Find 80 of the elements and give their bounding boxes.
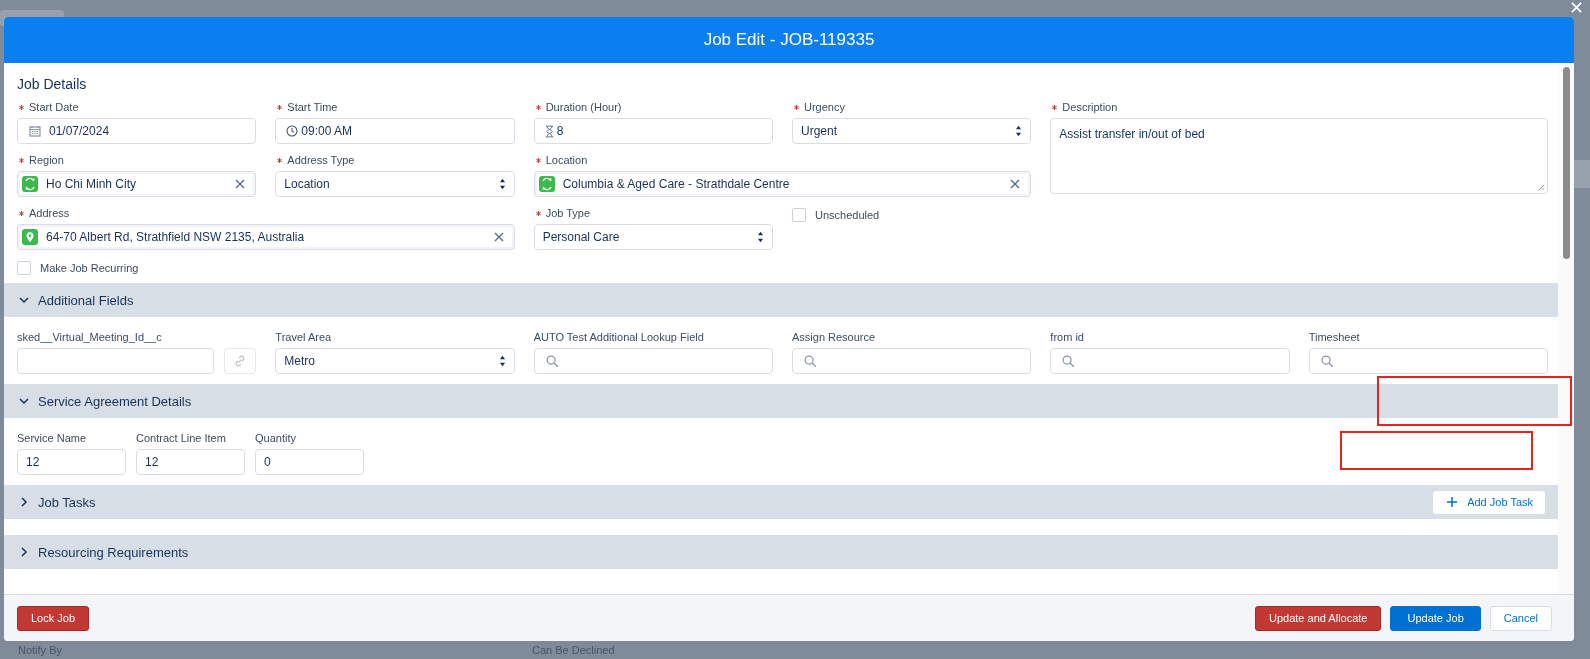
plus-icon xyxy=(1447,497,1458,507)
text-field[interactable] xyxy=(17,348,215,374)
search-field[interactable] xyxy=(533,348,773,374)
text-field[interactable]: 12 xyxy=(17,449,126,475)
section-header[interactable]: Resourcing Requirements xyxy=(4,535,1558,569)
description-field[interactable]: Assist transfer in/out of bed xyxy=(1050,118,1548,194)
field-label: from id xyxy=(1050,331,1084,343)
section-header[interactable]: Service Agreement Details xyxy=(4,384,1558,418)
text-field[interactable]: 0 xyxy=(255,449,364,475)
field-label: Start Date xyxy=(29,101,79,113)
field-label: AUTO Test Additional Lookup Field xyxy=(533,331,704,343)
location-badge-icon xyxy=(538,176,555,192)
select-field[interactable]: Urgent xyxy=(792,118,1032,144)
search-icon xyxy=(1320,354,1334,368)
select-field[interactable]: Personal Care xyxy=(533,224,773,250)
search-field[interactable] xyxy=(792,348,1032,374)
add-job-task-button[interactable]: Add Job Task xyxy=(1432,489,1546,515)
section-header[interactable]: Job Tasks Add Job Task xyxy=(4,485,1558,519)
field-label: Job Type xyxy=(545,207,591,219)
clear-icon[interactable] xyxy=(493,232,504,242)
scrollbar[interactable] xyxy=(1562,67,1570,259)
footer-button[interactable]: Update and Allocate xyxy=(1255,605,1382,631)
field-label: sked__Virtual_Meeting_Id__c xyxy=(17,331,162,343)
checkbox[interactable] xyxy=(17,261,31,275)
window-title: Job Edit - JOB-119335 xyxy=(703,30,875,50)
text-field[interactable]: 12 xyxy=(136,449,245,475)
footer-button[interactable]: Cancel xyxy=(1489,605,1552,631)
resize-handle-icon xyxy=(1538,184,1545,191)
section-header[interactable]: Additional Fields xyxy=(4,283,1558,317)
field-label: Service Name xyxy=(17,432,87,444)
field-label: Address xyxy=(29,207,70,219)
location-badge-icon xyxy=(22,176,38,192)
link-icon xyxy=(233,354,248,368)
map-pin-icon xyxy=(22,229,38,245)
clear-icon[interactable] xyxy=(235,179,246,189)
field-label: Address Type xyxy=(287,154,355,166)
clear-icon[interactable] xyxy=(1010,179,1021,189)
field-label: Location xyxy=(545,154,588,166)
date-field[interactable]: 01/07/2024 xyxy=(17,118,257,144)
search-icon xyxy=(1062,354,1076,368)
link-button[interactable] xyxy=(224,348,257,374)
lookup-field[interactable]: Columbia & Aged Care - Strathdale Centre xyxy=(533,171,1032,197)
search-icon xyxy=(804,354,817,368)
field-label: Quantity xyxy=(255,432,296,444)
hourglass-icon xyxy=(544,124,554,138)
field-label: Assign Resource xyxy=(792,331,876,343)
footer-button[interactable]: Update Job xyxy=(1390,605,1481,631)
dropdown-arrows-icon xyxy=(1015,125,1023,137)
clock-icon xyxy=(286,125,299,137)
search-field[interactable] xyxy=(1050,348,1290,374)
dropdown-arrows-icon xyxy=(757,231,764,243)
section-title: Job Details xyxy=(16,75,88,94)
checkbox-label: Unscheduled xyxy=(815,209,880,221)
footer-button[interactable]: Lock Job xyxy=(17,605,90,631)
chevron-icon xyxy=(19,547,29,557)
field-label: Timesheet xyxy=(1308,331,1360,343)
field-label: Region xyxy=(29,154,64,166)
dropdown-arrows-icon xyxy=(498,355,506,367)
field-label: Urgency xyxy=(804,101,845,113)
dropdown-arrows-icon xyxy=(498,178,506,190)
search-icon xyxy=(545,354,559,368)
select-field[interactable]: Metro xyxy=(275,348,515,374)
field-label: Start Time xyxy=(287,101,338,113)
field-label: Contract Line Item xyxy=(136,432,226,444)
duration-field[interactable]: 8 xyxy=(533,118,773,144)
close-icon[interactable] xyxy=(1571,2,1582,13)
search-field[interactable] xyxy=(1308,348,1548,374)
chevron-icon xyxy=(19,295,29,305)
select-field[interactable]: Location xyxy=(275,171,515,197)
field-label: Duration (Hour) xyxy=(545,101,622,113)
lookup-field[interactable]: 64-70 Albert Rd, Strathfield NSW 2135, Australia xyxy=(17,224,515,250)
calendar-icon xyxy=(29,125,41,137)
field-label: Travel Area xyxy=(275,331,332,343)
lookup-field[interactable]: Ho Chi Minh City xyxy=(17,171,257,197)
time-field[interactable]: 09:00 AM xyxy=(275,118,515,144)
checkbox[interactable] xyxy=(792,208,806,222)
chevron-icon xyxy=(19,497,29,507)
field-label: Description xyxy=(1062,101,1118,113)
checkbox-label: Make Job Recurring xyxy=(40,262,139,274)
chevron-icon xyxy=(19,396,29,406)
